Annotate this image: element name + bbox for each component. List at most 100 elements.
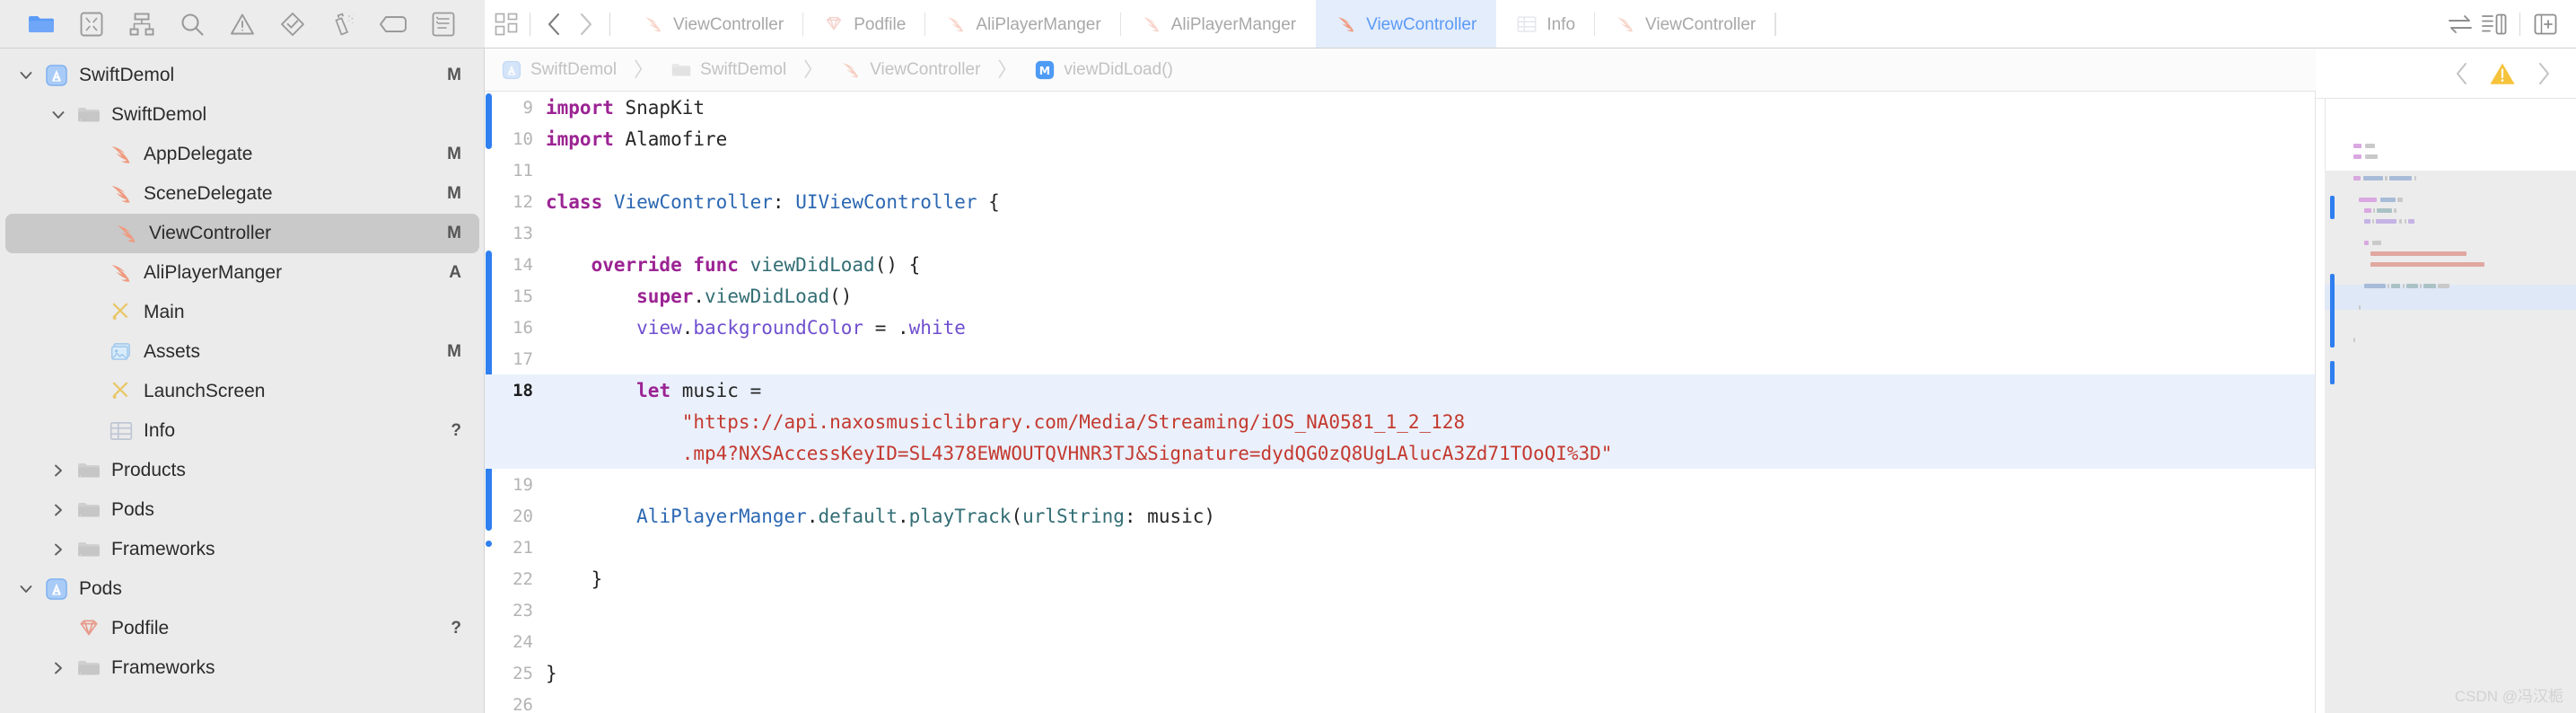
editor-tab-info[interactable]: Info xyxy=(1496,0,1596,48)
code-lines: 9 import SnapKit 10 import Alamofire 11 12 cla… xyxy=(485,92,2315,713)
app-project-icon xyxy=(39,577,74,602)
breadcrumb-item[interactable]: SwiftDemol xyxy=(501,59,617,81)
minimap-token xyxy=(2387,284,2389,288)
sidebar-item-label: Products xyxy=(111,460,186,480)
chevron-left-icon[interactable] xyxy=(538,6,570,42)
code-token: AliPlayerManger xyxy=(636,505,807,527)
swift-file-icon xyxy=(840,59,862,81)
debug-spray-icon[interactable] xyxy=(318,6,368,42)
code-line[interactable]: 26 xyxy=(485,689,2315,713)
code-line[interactable]: 16 view.backgroundColor = .white xyxy=(485,312,2315,343)
source-control-icon[interactable] xyxy=(66,6,117,42)
sidebar-item[interactable]: Main xyxy=(0,293,485,332)
sidebar-item[interactable]: LaunchScreen xyxy=(0,372,485,411)
project-navigator[interactable]: SwiftDemol M SwiftDemol AppDelegate M SceneDe… xyxy=(0,48,485,713)
breadcrumb-item[interactable]: ViewController xyxy=(840,59,980,81)
main-body: SwiftDemol M SwiftDemol AppDelegate M SceneDe… xyxy=(0,48,2576,713)
sidebar-item[interactable]: Pods xyxy=(0,490,485,530)
code-token: ViewController xyxy=(613,190,773,213)
sidebar-item-label: Pods xyxy=(79,578,122,599)
code-line[interactable]: 22 } xyxy=(485,563,2315,594)
swap-arrows-icon[interactable] xyxy=(2444,6,2476,42)
sidebar-item[interactable]: SwiftDemol xyxy=(0,95,485,135)
code-minimap[interactable] xyxy=(2315,92,2576,713)
code-line[interactable]: 14 override func viewDidLoad() { xyxy=(485,249,2315,280)
code-line[interactable]: 12 class ViewController: UIViewController… xyxy=(485,186,2315,217)
sidebar-item[interactable]: Podfile? xyxy=(0,609,485,648)
code-line[interactable]: 9 import SnapKit xyxy=(485,92,2315,123)
code-line[interactable]: 20 AliPlayerManger.default.playTrack(url… xyxy=(485,500,2315,532)
code-line[interactable]: 23 xyxy=(485,594,2315,626)
sidebar-item-selected[interactable]: ViewController M xyxy=(5,214,479,253)
breadcrumb-item[interactable]: MviewDidLoad() xyxy=(1034,59,1173,81)
code-line[interactable]: 25} xyxy=(485,657,2315,689)
report-list-icon[interactable] xyxy=(418,6,469,42)
code-line[interactable]: 24 xyxy=(485,626,2315,657)
minimap-token xyxy=(2394,208,2397,213)
grid-panels-icon[interactable] xyxy=(490,6,522,42)
sidebar-item[interactable]: Frameworks xyxy=(0,530,485,569)
sidebar-item[interactable]: Info? xyxy=(0,411,485,451)
editor-tab-viewcontroller[interactable]: ViewController xyxy=(1316,0,1497,48)
editor-tab-aliplayermanger[interactable]: AliPlayerManger xyxy=(1121,0,1316,48)
code-line[interactable]: 11 xyxy=(485,154,2315,186)
breadcrumb-item[interactable]: SwiftDemol xyxy=(670,59,786,81)
toolbar-divider xyxy=(609,13,610,36)
editor-tab-viewcontroller[interactable]: ViewController xyxy=(623,0,804,48)
chevron-right-icon[interactable] xyxy=(2528,56,2560,92)
sidebar-item[interactable]: Assets M xyxy=(0,332,485,372)
chevron-down-icon[interactable] xyxy=(45,107,72,123)
chevron-left-icon[interactable] xyxy=(2445,56,2477,92)
editor-tab-podfile[interactable]: Podfile xyxy=(803,0,926,48)
sidebar-item-label: Frameworks xyxy=(111,657,215,678)
chevron-right-icon[interactable] xyxy=(45,462,72,479)
code-editor[interactable]: 9 import SnapKit 10 import Alamofire 11 12 cla… xyxy=(485,92,2315,713)
warning-icon[interactable] xyxy=(217,6,267,42)
folder-icon[interactable] xyxy=(16,6,66,42)
sidebar-item[interactable]: AppDelegate M xyxy=(0,135,485,174)
chevron-right-icon[interactable] xyxy=(45,541,72,558)
sidebar-item[interactable]: AliPlayerManger A xyxy=(0,253,485,293)
code-text: super.viewDidLoad() xyxy=(546,286,852,307)
code-line[interactable]: "https://api.naxosmusiclibrary.com/Media… xyxy=(485,406,2315,437)
chevron-right-icon[interactable] xyxy=(45,502,72,518)
code-line[interactable]: 17 xyxy=(485,343,2315,374)
minimap-token xyxy=(2375,219,2396,224)
code-line[interactable]: .mp4?NXSAccessKeyID=SL4378EWWOUTQVHNR3TJ… xyxy=(485,437,2315,469)
chevron-right-icon[interactable] xyxy=(570,6,602,42)
code-token: super xyxy=(636,285,694,307)
breadcrumb: SwiftDemol 〉 SwiftDemol 〉 ViewController 〉 Mvi… xyxy=(485,48,2576,92)
code-line[interactable]: 21 xyxy=(485,532,2315,563)
sidebar-item[interactable]: SceneDelegate M xyxy=(0,174,485,214)
hierarchy-icon[interactable] xyxy=(117,6,167,42)
code-token: SnapKit xyxy=(613,96,705,119)
minimap-token xyxy=(2385,176,2388,180)
code-token: let xyxy=(636,379,671,401)
breadcrumb-trail[interactable]: SwiftDemol 〉 SwiftDemol 〉 ViewController 〉 Mvi… xyxy=(501,59,1173,81)
chevron-down-icon[interactable] xyxy=(13,581,39,597)
test-diamond-icon[interactable] xyxy=(267,6,318,42)
chevron-down-icon[interactable] xyxy=(13,67,39,84)
code-line[interactable]: 18 let music = xyxy=(485,374,2315,406)
code-line[interactable]: 13 xyxy=(485,217,2315,249)
inspector-list-icon[interactable] xyxy=(2478,6,2510,42)
code-line[interactable]: 15 super.viewDidLoad() xyxy=(485,280,2315,312)
code-token: . xyxy=(681,316,694,339)
code-line[interactable]: 10 import Alamofire xyxy=(485,123,2315,154)
tag-icon[interactable] xyxy=(368,6,418,42)
code-token: class xyxy=(546,190,603,213)
editor-tab-viewcontroller[interactable]: ViewController xyxy=(1595,0,1776,48)
code-line[interactable]: 19 xyxy=(485,469,2315,500)
chevron-right-icon[interactable] xyxy=(45,660,72,676)
editor-tab-aliplayermanger[interactable]: AliPlayerManger xyxy=(925,0,1121,48)
swift-file-icon xyxy=(945,13,967,35)
sidebar-item[interactable]: SwiftDemol M xyxy=(0,56,485,95)
add-editor-icon[interactable] xyxy=(2529,6,2562,42)
search-icon[interactable] xyxy=(167,6,217,42)
sidebar-item[interactable]: Products xyxy=(0,451,485,490)
code-token: urlString xyxy=(1022,505,1125,527)
sidebar-item[interactable]: Frameworks xyxy=(0,648,485,688)
sidebar-item[interactable]: Pods xyxy=(0,569,485,609)
warning-triangle-icon[interactable] xyxy=(2486,56,2519,92)
folder-icon xyxy=(72,656,106,681)
